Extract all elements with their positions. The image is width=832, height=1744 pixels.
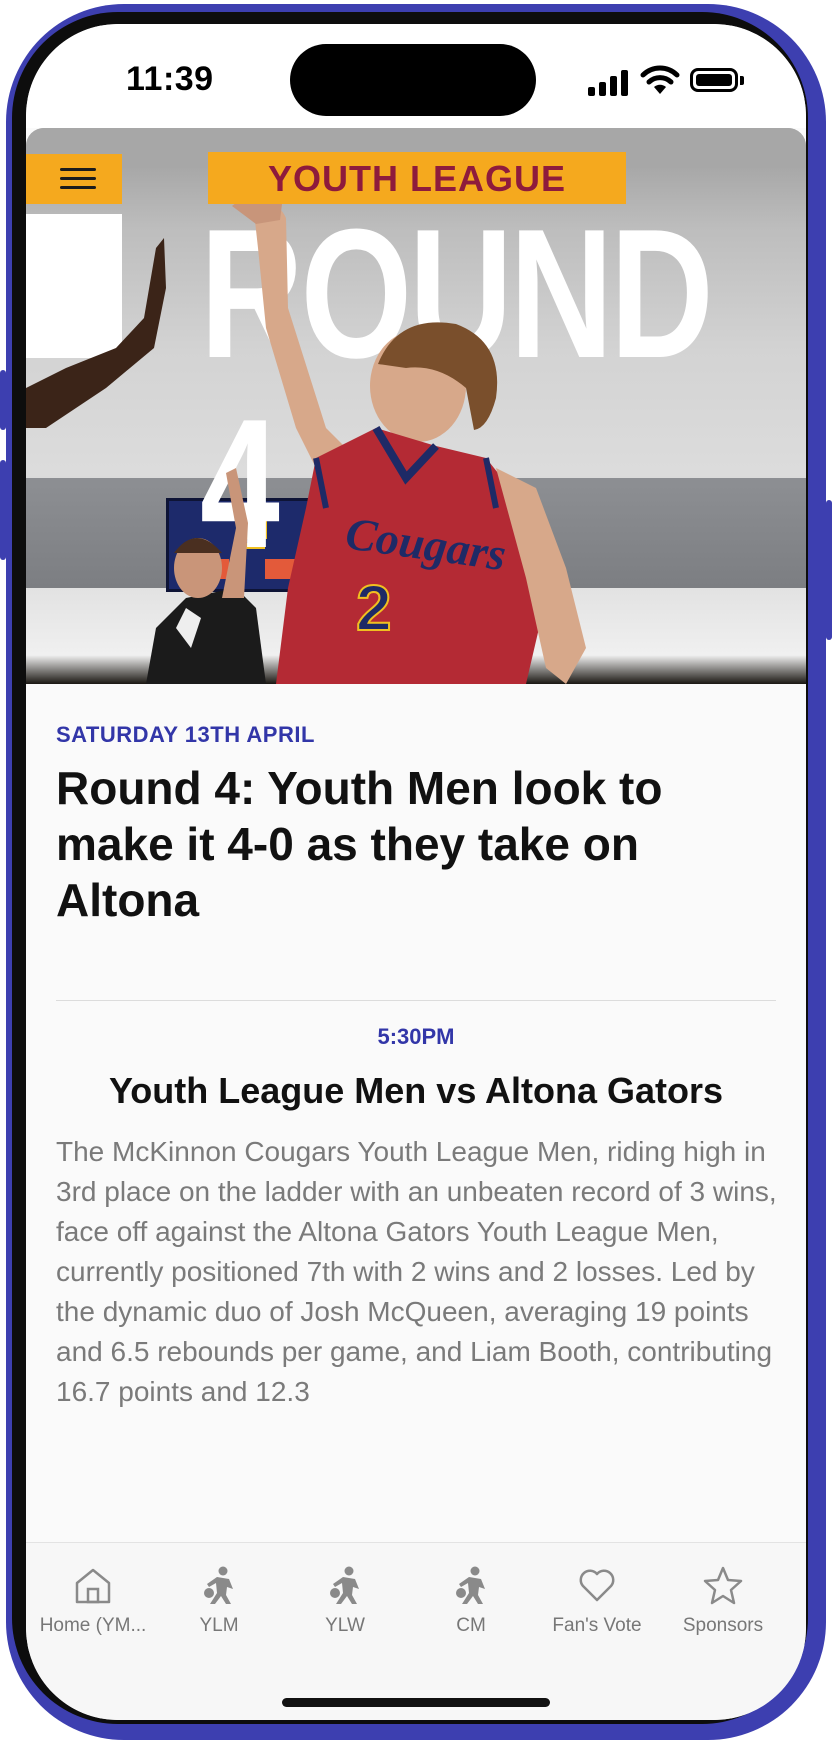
menu-line bbox=[60, 168, 96, 171]
article-date: SATURDAY 13TH APRIL bbox=[56, 722, 315, 747]
tab-sponsors[interactable]: Sponsors bbox=[660, 1543, 786, 1643]
battery-cap bbox=[740, 76, 744, 85]
basketball-player-illustration: Cougars 2 bbox=[26, 194, 586, 684]
tab-fans-vote[interactable]: Fan's Vote bbox=[534, 1543, 660, 1643]
tab-label: Fan's Vote bbox=[552, 1615, 642, 1636]
menu-line bbox=[60, 177, 96, 180]
tab-home[interactable]: Home (YM... bbox=[30, 1543, 156, 1643]
bottom-tab-bar: Home (YM... YLM YLW CM Fan's Vote Sponso… bbox=[26, 1542, 806, 1720]
tab-label: YLM bbox=[199, 1615, 239, 1636]
dynamic-island bbox=[290, 44, 536, 116]
power-button bbox=[826, 500, 832, 640]
battery-icon bbox=[690, 68, 738, 92]
hero-image: ROUND 4 Cougars 2 bbox=[26, 128, 806, 684]
tab-cm[interactable]: CM bbox=[408, 1543, 534, 1643]
status-bar: 11:39 bbox=[26, 24, 806, 128]
app-screen: 11:39 ROUND 4 bbox=[26, 24, 806, 1720]
wifi-icon bbox=[640, 65, 680, 94]
tab-ylm[interactable]: YLM bbox=[156, 1543, 282, 1643]
cellular-signal-icon bbox=[588, 70, 632, 96]
tab-label: Home (YM... bbox=[39, 1615, 147, 1636]
article-headline: Round 4: Youth Men look to make it 4-0 a… bbox=[56, 762, 663, 926]
star-icon bbox=[703, 1566, 743, 1605]
match-title: Youth League Men vs Altona Gators bbox=[108, 1070, 724, 1111]
divider bbox=[56, 1000, 776, 1001]
match-time: 5:30PM bbox=[377, 1024, 455, 1049]
tab-ylw[interactable]: YLW bbox=[282, 1543, 408, 1643]
tab-label: CM bbox=[456, 1615, 486, 1636]
tab-label: YLW bbox=[325, 1615, 365, 1636]
basketball-player-icon bbox=[204, 1566, 233, 1604]
status-time: 11:39 bbox=[126, 60, 214, 98]
home-indicator[interactable] bbox=[282, 1698, 550, 1707]
menu-line bbox=[60, 186, 96, 189]
youth-league-banner: YOUTH LEAGUE bbox=[208, 152, 626, 204]
basketball-player-icon bbox=[330, 1566, 359, 1604]
tab-label: Sponsors bbox=[682, 1615, 764, 1636]
volume-button bbox=[0, 370, 6, 430]
hamburger-menu-button[interactable] bbox=[26, 154, 122, 204]
home-icon bbox=[75, 1568, 111, 1604]
basketball-player-icon bbox=[456, 1566, 485, 1604]
article-body: The McKinnon Cougars Youth League Men, r… bbox=[56, 1136, 777, 1407]
volume-button bbox=[0, 460, 6, 560]
svg-text:2: 2 bbox=[356, 572, 392, 644]
heart-icon bbox=[579, 1569, 615, 1602]
